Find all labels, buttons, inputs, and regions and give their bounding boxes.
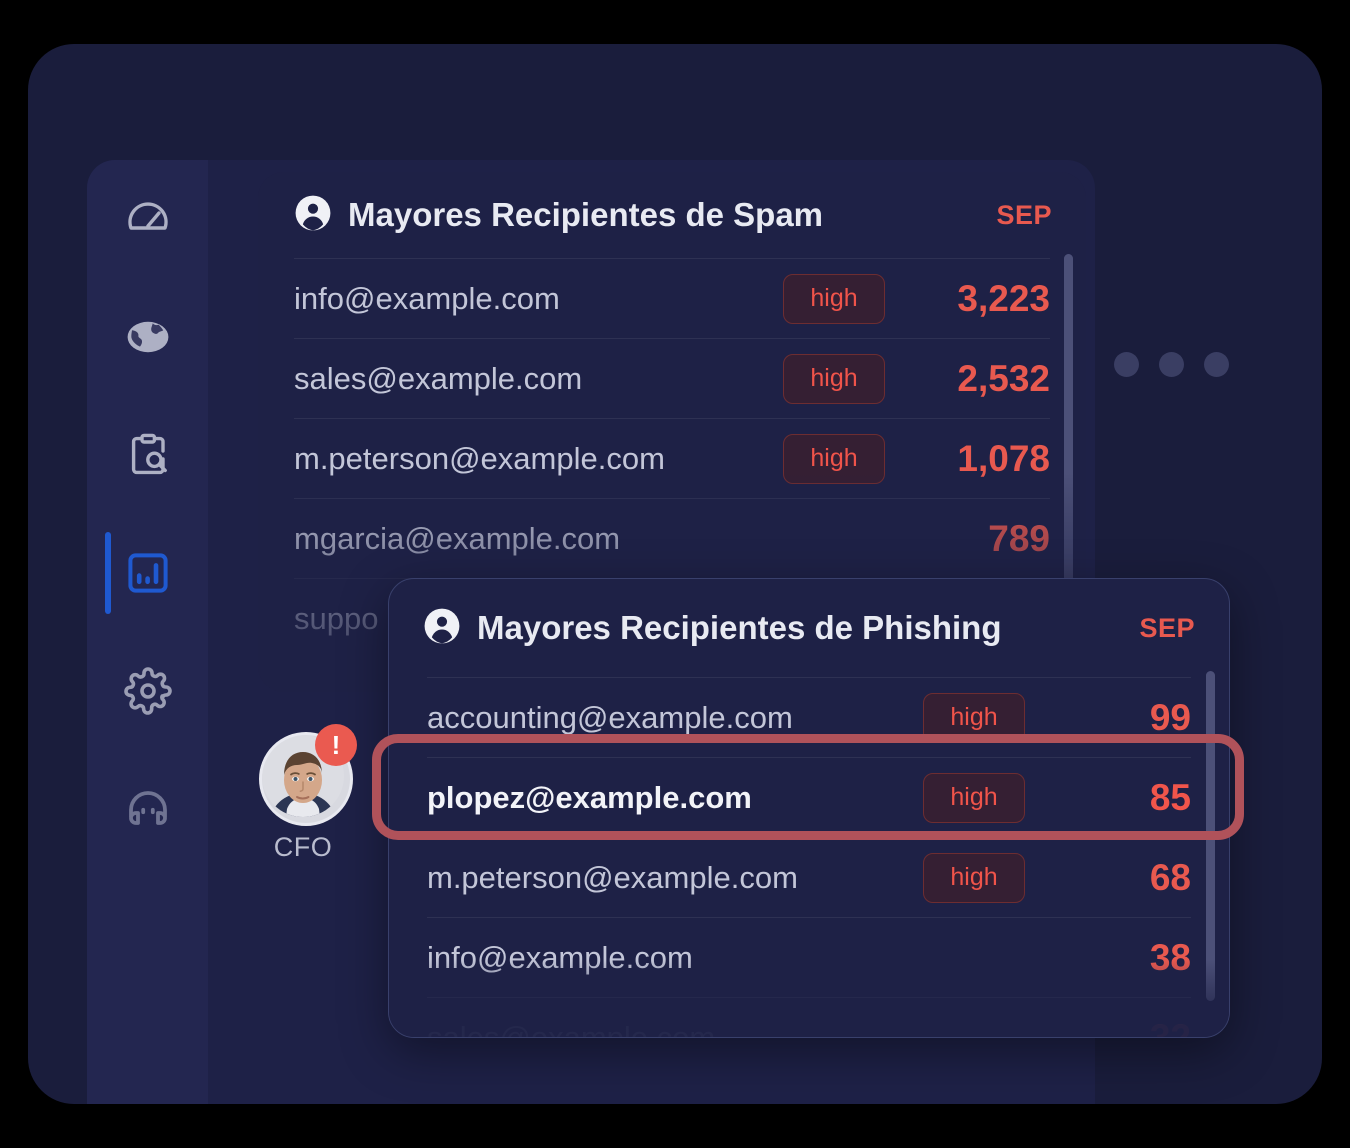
row-email: info@example.com: [294, 280, 560, 316]
row-count: 38: [1149, 936, 1191, 978]
globe-icon: [124, 313, 172, 361]
window-dot[interactable]: [1114, 352, 1139, 377]
status-badge: high: [923, 692, 1025, 743]
row-email: accounting@example.com: [427, 699, 793, 735]
window-dot[interactable]: [1159, 352, 1184, 377]
table-row[interactable]: m.peterson@example.com high 1,078: [294, 418, 1050, 498]
card-spam-month: SEP: [996, 199, 1052, 230]
avatar-role-label: CFO: [273, 832, 333, 862]
status-badge: high: [783, 273, 885, 324]
window-controls: [1114, 352, 1229, 377]
table-row[interactable]: m.peterson@example.com high 68: [427, 837, 1191, 917]
row-email: info@example.com: [427, 939, 693, 975]
gear-icon: [123, 667, 172, 715]
scrollbar-thumb[interactable]: [1206, 671, 1215, 1001]
card-spam-title: Mayores Recipientes de Spam: [348, 196, 824, 233]
row-email: mgarcia@example.com: [294, 520, 621, 556]
status-badge: high: [783, 353, 885, 404]
alert-badge[interactable]: !: [315, 724, 357, 766]
table-row[interactable]: info@example.com 38: [427, 917, 1191, 997]
card-spam-header: Mayores Recipientes de Spam SEP: [258, 172, 1086, 258]
sidebar-item-reports[interactable]: [87, 514, 208, 632]
user-avatar-block: ! CFO: [256, 724, 357, 863]
row-email: plopez@example.com: [427, 779, 752, 815]
person-circle-icon: [423, 607, 461, 650]
row-email: sales@example.com: [427, 1019, 716, 1038]
row-count: 3,223: [957, 277, 1050, 319]
table-row[interactable]: accounting@example.com high 99: [427, 677, 1191, 757]
row-count: 85: [1149, 776, 1191, 818]
status-badge: high: [783, 433, 885, 484]
sidebar-item-audit[interactable]: [87, 396, 208, 514]
headset-icon: [124, 785, 172, 833]
card-phishing-header: Mayores Recipientes de Phishing SEP: [389, 579, 1229, 677]
status-badge: high: [923, 772, 1025, 823]
card-phishing-rows: accounting@example.com high 99 plopez@ex…: [389, 677, 1229, 1038]
scrollbar-thumb[interactable]: [1064, 254, 1073, 584]
sidebar-item-dashboard[interactable]: [87, 160, 208, 278]
active-indicator: [105, 532, 111, 614]
table-row[interactable]: sales@example.com 32: [427, 997, 1191, 1038]
row-count: 32: [1149, 1016, 1191, 1038]
row-count: 68: [1149, 856, 1191, 898]
window-dot[interactable]: [1204, 352, 1229, 377]
row-count: 99: [1149, 696, 1191, 738]
row-email: m.peterson@example.com: [294, 440, 665, 476]
sidebar-item-global[interactable]: [87, 278, 208, 396]
app-screen: Mayores Recipientes de Spam SEP info@exa…: [28, 44, 1322, 1104]
sidebar-item-settings[interactable]: [87, 632, 208, 750]
status-badge: high: [923, 852, 1025, 903]
table-row-selected[interactable]: plopez@example.com high 85: [427, 757, 1191, 837]
row-email: m.peterson@example.com: [427, 859, 798, 895]
sidebar-nav: [87, 160, 208, 868]
table-row[interactable]: mgarcia@example.com 789: [294, 498, 1050, 578]
clipboard-search-icon: [124, 431, 172, 479]
card-phishing: Mayores Recipientes de Phishing SEP acco…: [388, 578, 1230, 1038]
speedometer-icon: [124, 195, 172, 243]
row-count: 2,532: [957, 357, 1050, 399]
table-row[interactable]: info@example.com high 3,223: [294, 258, 1050, 338]
row-count: 1,078: [957, 437, 1050, 479]
sidebar: [87, 160, 208, 1104]
row-email: sales@example.com: [294, 360, 583, 396]
card-phishing-month: SEP: [1139, 612, 1195, 643]
table-row[interactable]: sales@example.com high 2,532: [294, 338, 1050, 418]
row-email: suppo: [294, 600, 379, 636]
sidebar-item-support[interactable]: [87, 750, 208, 868]
person-circle-icon: [294, 194, 332, 237]
card-phishing-title: Mayores Recipientes de Phishing: [477, 609, 1002, 646]
row-count: 789: [988, 517, 1050, 559]
bar-chart-icon: [124, 549, 172, 597]
